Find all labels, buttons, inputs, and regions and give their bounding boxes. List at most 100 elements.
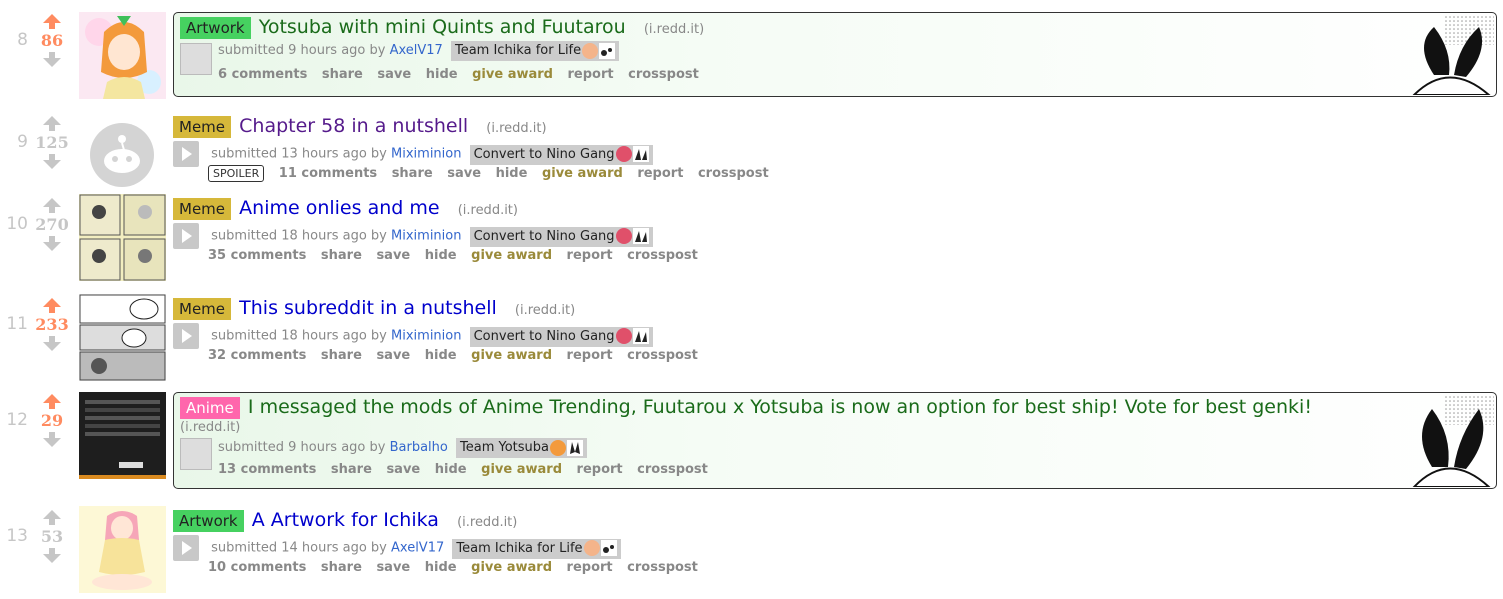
post-domain[interactable]: (i.redd.it) xyxy=(180,420,240,435)
crosspost-button[interactable]: crosspost xyxy=(698,166,769,181)
share-button[interactable]: share xyxy=(392,166,433,181)
comments-link[interactable]: 11 comments xyxy=(279,166,377,181)
expando-play-button[interactable] xyxy=(173,535,199,561)
hide-button[interactable]: hide xyxy=(435,462,467,477)
hide-button[interactable]: hide xyxy=(426,67,458,82)
submitted-text: submitted 18 hours ago by xyxy=(211,228,387,244)
post-thumbnail[interactable] xyxy=(79,392,166,479)
post-title-link[interactable]: Chapter 58 in a nutshell xyxy=(239,115,468,137)
report-button[interactable]: report xyxy=(577,462,623,477)
post-domain[interactable]: (i.redd.it) xyxy=(644,22,704,37)
hide-button[interactable]: hide xyxy=(425,560,457,575)
upvote-arrow-icon[interactable] xyxy=(43,198,61,213)
downvote-arrow-icon[interactable] xyxy=(43,52,61,67)
post-buttons: 32 comments share save hide give award r… xyxy=(173,345,708,367)
post-domain[interactable]: (i.redd.it) xyxy=(458,203,518,218)
user-flair-text: Team Ichika for Life xyxy=(454,43,582,58)
report-button[interactable]: report xyxy=(568,67,614,82)
give-award-button[interactable]: give award xyxy=(542,166,623,181)
downvote-arrow-icon[interactable] xyxy=(43,154,61,169)
downvote-arrow-icon[interactable] xyxy=(43,548,61,563)
author-link[interactable]: Miximinion xyxy=(391,229,461,244)
share-button[interactable]: share xyxy=(331,462,372,477)
post-domain[interactable]: (i.redd.it) xyxy=(486,121,546,136)
post-title-link[interactable]: Anime onlies and me xyxy=(239,197,439,219)
flair-emoji-icon xyxy=(632,328,649,344)
hide-button[interactable]: hide xyxy=(496,166,528,181)
user-flair-text: Convert to Nino Gang xyxy=(473,228,615,244)
post-thumbnail[interactable] xyxy=(79,194,166,281)
author-link[interactable]: AxelV17 xyxy=(391,541,444,556)
give-award-button[interactable]: give award xyxy=(481,462,562,477)
upvote-arrow-icon[interactable] xyxy=(43,298,61,313)
post-buttons: 10 comments share save hide give award r… xyxy=(173,557,708,579)
save-button[interactable]: save xyxy=(376,248,410,263)
flair-meme[interactable]: Meme xyxy=(173,116,232,138)
report-button[interactable]: report xyxy=(637,166,683,181)
give-award-button[interactable]: give award xyxy=(471,348,552,363)
share-button[interactable]: share xyxy=(322,67,363,82)
flair-meme[interactable]: Meme xyxy=(173,198,232,220)
give-award-button[interactable]: give award xyxy=(471,248,552,263)
expando-play-button[interactable] xyxy=(173,223,199,249)
comments-link[interactable]: 13 comments xyxy=(218,462,316,477)
crosspost-button[interactable]: crosspost xyxy=(627,348,698,363)
share-button[interactable]: share xyxy=(321,248,362,263)
post-title-link[interactable]: A Artwork for Ichika xyxy=(252,509,439,531)
share-button[interactable]: share xyxy=(321,560,362,575)
report-button[interactable]: report xyxy=(567,248,613,263)
crosspost-button[interactable]: crosspost xyxy=(627,248,698,263)
author-link[interactable]: Miximinion xyxy=(391,147,461,162)
report-button[interactable]: report xyxy=(567,348,613,363)
save-button[interactable]: save xyxy=(377,67,411,82)
hide-button[interactable]: hide xyxy=(425,248,457,263)
author-link[interactable]: Miximinion xyxy=(391,329,461,344)
flair-anime[interactable]: Anime xyxy=(180,397,240,419)
upvote-arrow-icon[interactable] xyxy=(43,14,61,29)
author-link[interactable]: AxelV17 xyxy=(390,43,443,58)
flair-artwork[interactable]: Artwork xyxy=(173,510,244,532)
give-award-button[interactable]: give award xyxy=(471,560,552,575)
post-domain[interactable]: (i.redd.it) xyxy=(515,303,575,318)
flair-emoji-icon xyxy=(632,228,649,244)
post-title-link[interactable]: This subreddit in a nutshell xyxy=(239,297,497,319)
flair-emoji-icon xyxy=(632,146,649,162)
post-domain[interactable]: (i.redd.it) xyxy=(457,515,517,530)
post-thumbnail[interactable] xyxy=(79,294,166,381)
author-link[interactable]: Barbalho xyxy=(390,440,448,455)
crosspost-button[interactable]: crosspost xyxy=(628,67,699,82)
post-thumbnail[interactable] xyxy=(79,12,166,99)
comments-link[interactable]: 10 comments xyxy=(208,560,306,575)
downvote-arrow-icon[interactable] xyxy=(43,432,61,447)
crosspost-button[interactable]: crosspost xyxy=(627,560,698,575)
expando-play-button[interactable] xyxy=(173,141,199,167)
save-button[interactable]: save xyxy=(376,560,410,575)
upvote-arrow-icon[interactable] xyxy=(43,116,61,131)
post-score: 29 xyxy=(40,411,64,430)
expando-play-button[interactable] xyxy=(173,323,199,349)
report-button[interactable]: report xyxy=(567,560,613,575)
post-thumbnail[interactable] xyxy=(79,112,166,199)
upvote-arrow-icon[interactable] xyxy=(43,394,61,409)
downvote-arrow-icon[interactable] xyxy=(43,336,61,351)
save-button[interactable]: save xyxy=(386,462,420,477)
flair-meme[interactable]: Meme xyxy=(173,298,232,320)
give-award-button[interactable]: give award xyxy=(472,67,553,82)
flair-artwork[interactable]: Artwork xyxy=(180,17,251,39)
post-thumbnail[interactable] xyxy=(79,506,166,593)
crosspost-button[interactable]: crosspost xyxy=(637,462,708,477)
post-title-link[interactable]: Yotsuba with mini Quints and Fuutarou xyxy=(259,16,626,38)
downvote-arrow-icon[interactable] xyxy=(43,236,61,251)
comments-link[interactable]: 6 comments xyxy=(218,67,307,82)
comments-link[interactable]: 32 comments xyxy=(208,348,306,363)
comments-link[interactable]: 35 comments xyxy=(208,248,306,263)
share-button[interactable]: share xyxy=(321,348,362,363)
post-buttons: 13 comments share save hide give award r… xyxy=(180,459,1496,481)
post-title-link[interactable]: I messaged the mods of Anime Trending, F… xyxy=(248,396,1312,418)
flair-emoji-icon xyxy=(599,42,616,59)
upvote-arrow-icon[interactable] xyxy=(43,510,61,525)
flair-emoji-icon xyxy=(615,146,632,162)
save-button[interactable]: save xyxy=(447,166,481,181)
hide-button[interactable]: hide xyxy=(425,348,457,363)
save-button[interactable]: save xyxy=(376,348,410,363)
